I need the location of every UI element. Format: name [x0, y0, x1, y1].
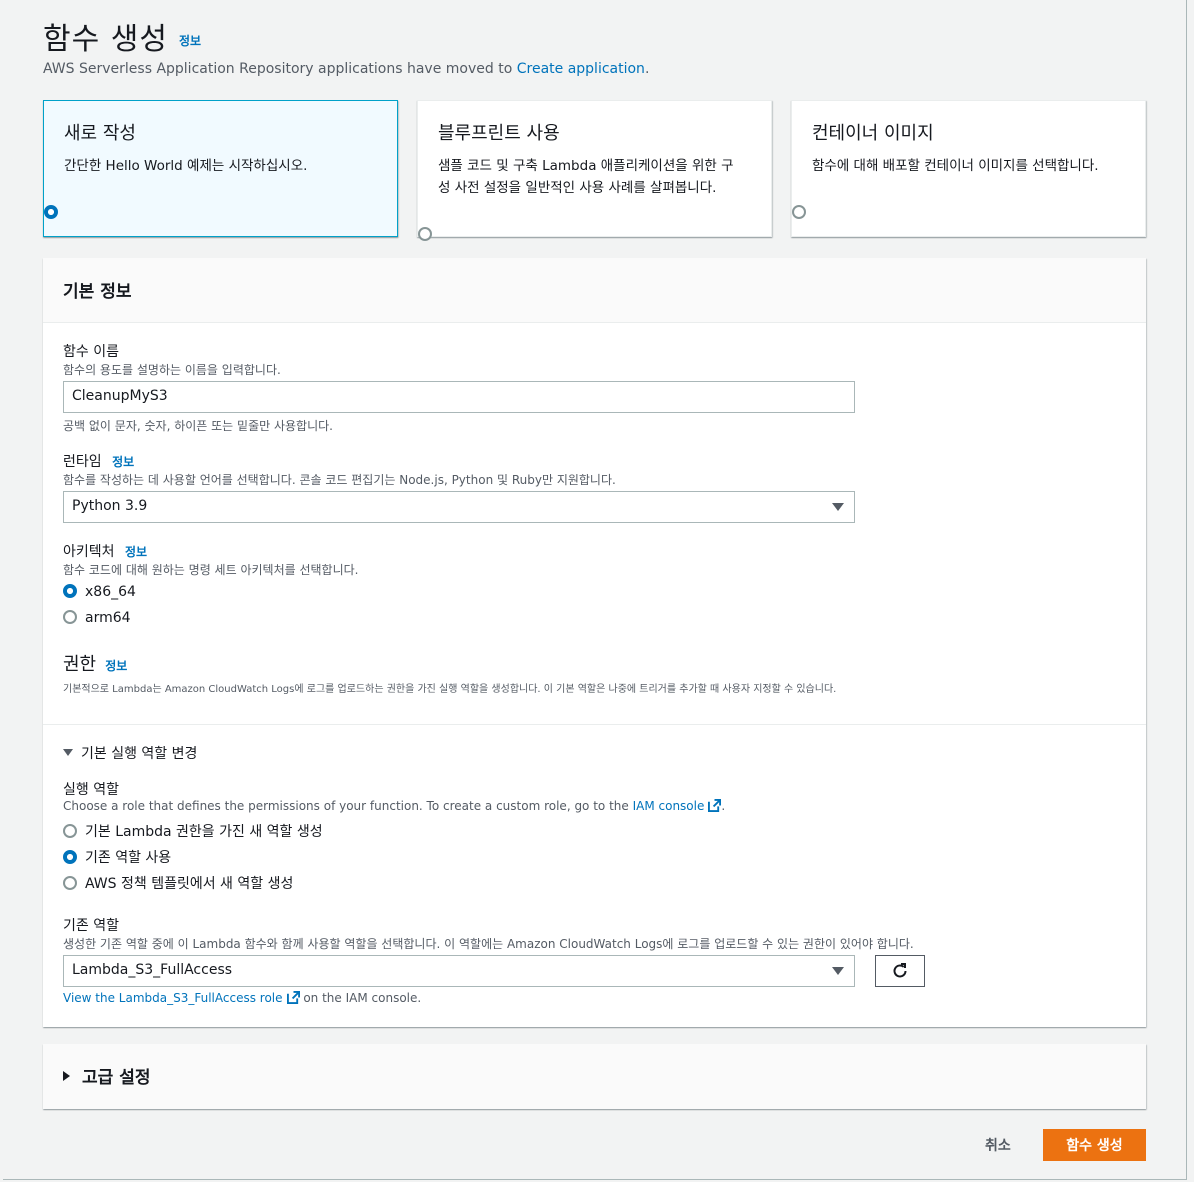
- existing-role-value: Lambda_S3_FullAccess: [72, 962, 233, 978]
- view-role-end: on the IAM console.: [303, 991, 422, 1005]
- exec-role-desc: Choose a role that defines the permissio…: [63, 799, 725, 813]
- radio-icon[interactable]: [792, 204, 806, 219]
- option-label: AWS 정책 템플릿에서 새 역할 생성: [85, 876, 294, 892]
- change-exec-role-toggle[interactable]: 기본 실행 역할 변경: [63, 743, 197, 763]
- radio-icon[interactable]: [63, 875, 77, 890]
- exec-role-label: 실행 역할: [63, 782, 119, 798]
- caret-down-icon: [832, 503, 844, 511]
- permissions-label-row: 권한 정보: [63, 650, 127, 676]
- tile-container-image[interactable]: 컨테이너 이미지 함수에 대해 배포할 컨테이너 이미지를 선택합니다.: [791, 100, 1146, 237]
- option-label: arm64: [85, 610, 131, 626]
- notice-end: .: [644, 61, 650, 77]
- function-name-hint: 공백 없이 문자, 숫자, 하이픈 또는 밑줄만 사용합니다.: [63, 419, 333, 433]
- architecture-option-arm64[interactable]: arm64: [63, 609, 131, 626]
- existing-role-label: 기존 역할: [63, 918, 119, 934]
- permissions-desc: 기본적으로 Lambda는 Amazon CloudWatch Logs에 로그…: [63, 684, 837, 695]
- divider: [43, 724, 1146, 725]
- tile-desc: 샘플 코드 및 구축 Lambda 애플리케이션을 위한 구성 사전 설정을 일…: [438, 158, 734, 196]
- option-label: x86_64: [85, 584, 136, 600]
- exec-option-existing[interactable]: 기존 역할 사용: [63, 847, 171, 867]
- runtime-label: 런타임: [63, 454, 102, 470]
- page-title: 함수 생성: [43, 22, 168, 57]
- advanced-settings-label: 고급 설정: [82, 1068, 151, 1088]
- toggle-label: 기본 실행 역할 변경: [81, 746, 198, 762]
- cancel-button[interactable]: 취소: [985, 1135, 1011, 1155]
- tile-desc: 간단한 Hello World 예제는 시작하십시오.: [64, 158, 308, 174]
- advanced-settings-panel[interactable]: 고급 설정: [43, 1044, 1146, 1109]
- architecture-label: 아키텍처: [63, 544, 115, 560]
- advanced-settings-header[interactable]: 고급 설정: [43, 1044, 1146, 1107]
- basic-info-panel: 기본 정보 함수 이름 함수의 용도를 설명하는 이름을 입력합니다. Clea…: [43, 258, 1146, 1027]
- radio-icon[interactable]: [63, 609, 77, 624]
- external-link-icon[interactable]: [286, 991, 300, 1004]
- notice-text: AWS Serverless Application Repository ap…: [43, 61, 649, 77]
- radio-icon[interactable]: [418, 226, 432, 241]
- view-role-row: View the Lambda_S3_FullAccess role on th…: [63, 991, 421, 1005]
- tile-desc: 함수에 대해 배포할 컨테이너 이미지를 선택합니다.: [812, 158, 1099, 174]
- runtime-value: Python 3.9: [72, 498, 148, 514]
- create-application-link[interactable]: Create application: [517, 61, 645, 77]
- architecture-label-row: 아키텍처 정보: [63, 541, 147, 561]
- option-label: 기존 역할 사용: [85, 850, 172, 866]
- radio-selected-icon[interactable]: [63, 583, 77, 598]
- create-function-button[interactable]: 함수 생성: [1043, 1129, 1146, 1161]
- exec-role-desc-end: .: [721, 799, 726, 813]
- runtime-select[interactable]: Python 3.9: [63, 491, 855, 523]
- runtime-info-link[interactable]: 정보: [112, 455, 134, 469]
- view-role-link[interactable]: View the Lambda_S3_FullAccess role: [63, 991, 283, 1005]
- panel-header: 기본 정보: [43, 258, 1146, 323]
- refresh-button[interactable]: [875, 955, 925, 987]
- option-label: 기본 Lambda 권한을 가진 새 역할 생성: [85, 824, 323, 840]
- refresh-icon: [893, 963, 907, 978]
- existing-role-desc: 생성한 기존 역할 중에 이 Lambda 함수와 함께 사용할 역할을 선택합…: [63, 937, 914, 951]
- tile-blueprint[interactable]: 블루프린트 사용 샘플 코드 및 구축 Lambda 애플리케이션을 위한 구성…: [417, 100, 772, 241]
- tile-title: 새로 작성: [64, 123, 136, 144]
- function-name-desc: 함수의 용도를 설명하는 이름을 입력합니다.: [63, 363, 281, 377]
- permissions-info-link[interactable]: 정보: [105, 659, 127, 673]
- existing-role-select[interactable]: Lambda_S3_FullAccess: [63, 955, 855, 987]
- info-link[interactable]: 정보: [179, 32, 201, 49]
- architecture-info-link[interactable]: 정보: [125, 545, 147, 559]
- tile-title: 블루프린트 사용: [438, 123, 560, 144]
- exec-option-policy-template[interactable]: AWS 정책 템플릿에서 새 역할 생성: [63, 873, 293, 893]
- iam-console-link[interactable]: IAM console: [633, 799, 705, 813]
- radio-selected-icon[interactable]: [63, 849, 77, 864]
- caret-down-icon: [832, 967, 844, 975]
- runtime-label-row: 런타임 정보: [63, 451, 134, 471]
- architecture-option-x86[interactable]: x86_64: [63, 583, 136, 600]
- caret-down-icon: [63, 749, 73, 756]
- tile-title: 컨테이너 이미지: [812, 123, 934, 144]
- notice-body: AWS Serverless Application Repository ap…: [43, 61, 517, 77]
- permissions-label: 권한: [63, 654, 97, 675]
- exec-option-new-basic[interactable]: 기본 Lambda 권한을 가진 새 역할 생성: [63, 821, 323, 841]
- radio-selected-icon[interactable]: [44, 204, 58, 219]
- radio-icon[interactable]: [63, 823, 77, 838]
- architecture-desc: 함수 코드에 대해 원하는 명령 세트 아키텍처를 선택합니다.: [63, 563, 359, 577]
- exec-role-desc-text: Choose a role that defines the permissio…: [63, 799, 633, 813]
- tile-author-from-scratch[interactable]: 새로 작성 간단한 Hello World 예제는 시작하십시오.: [43, 100, 398, 237]
- function-name-label: 함수 이름: [63, 344, 119, 360]
- function-name-input[interactable]: CleanupMyS3: [63, 381, 855, 413]
- runtime-desc: 함수를 작성하는 데 사용할 언어를 선택합니다. 콘솔 코드 편집기는 Nod…: [63, 473, 616, 487]
- external-link-icon[interactable]: [708, 799, 722, 812]
- caret-right-icon: [63, 1071, 70, 1081]
